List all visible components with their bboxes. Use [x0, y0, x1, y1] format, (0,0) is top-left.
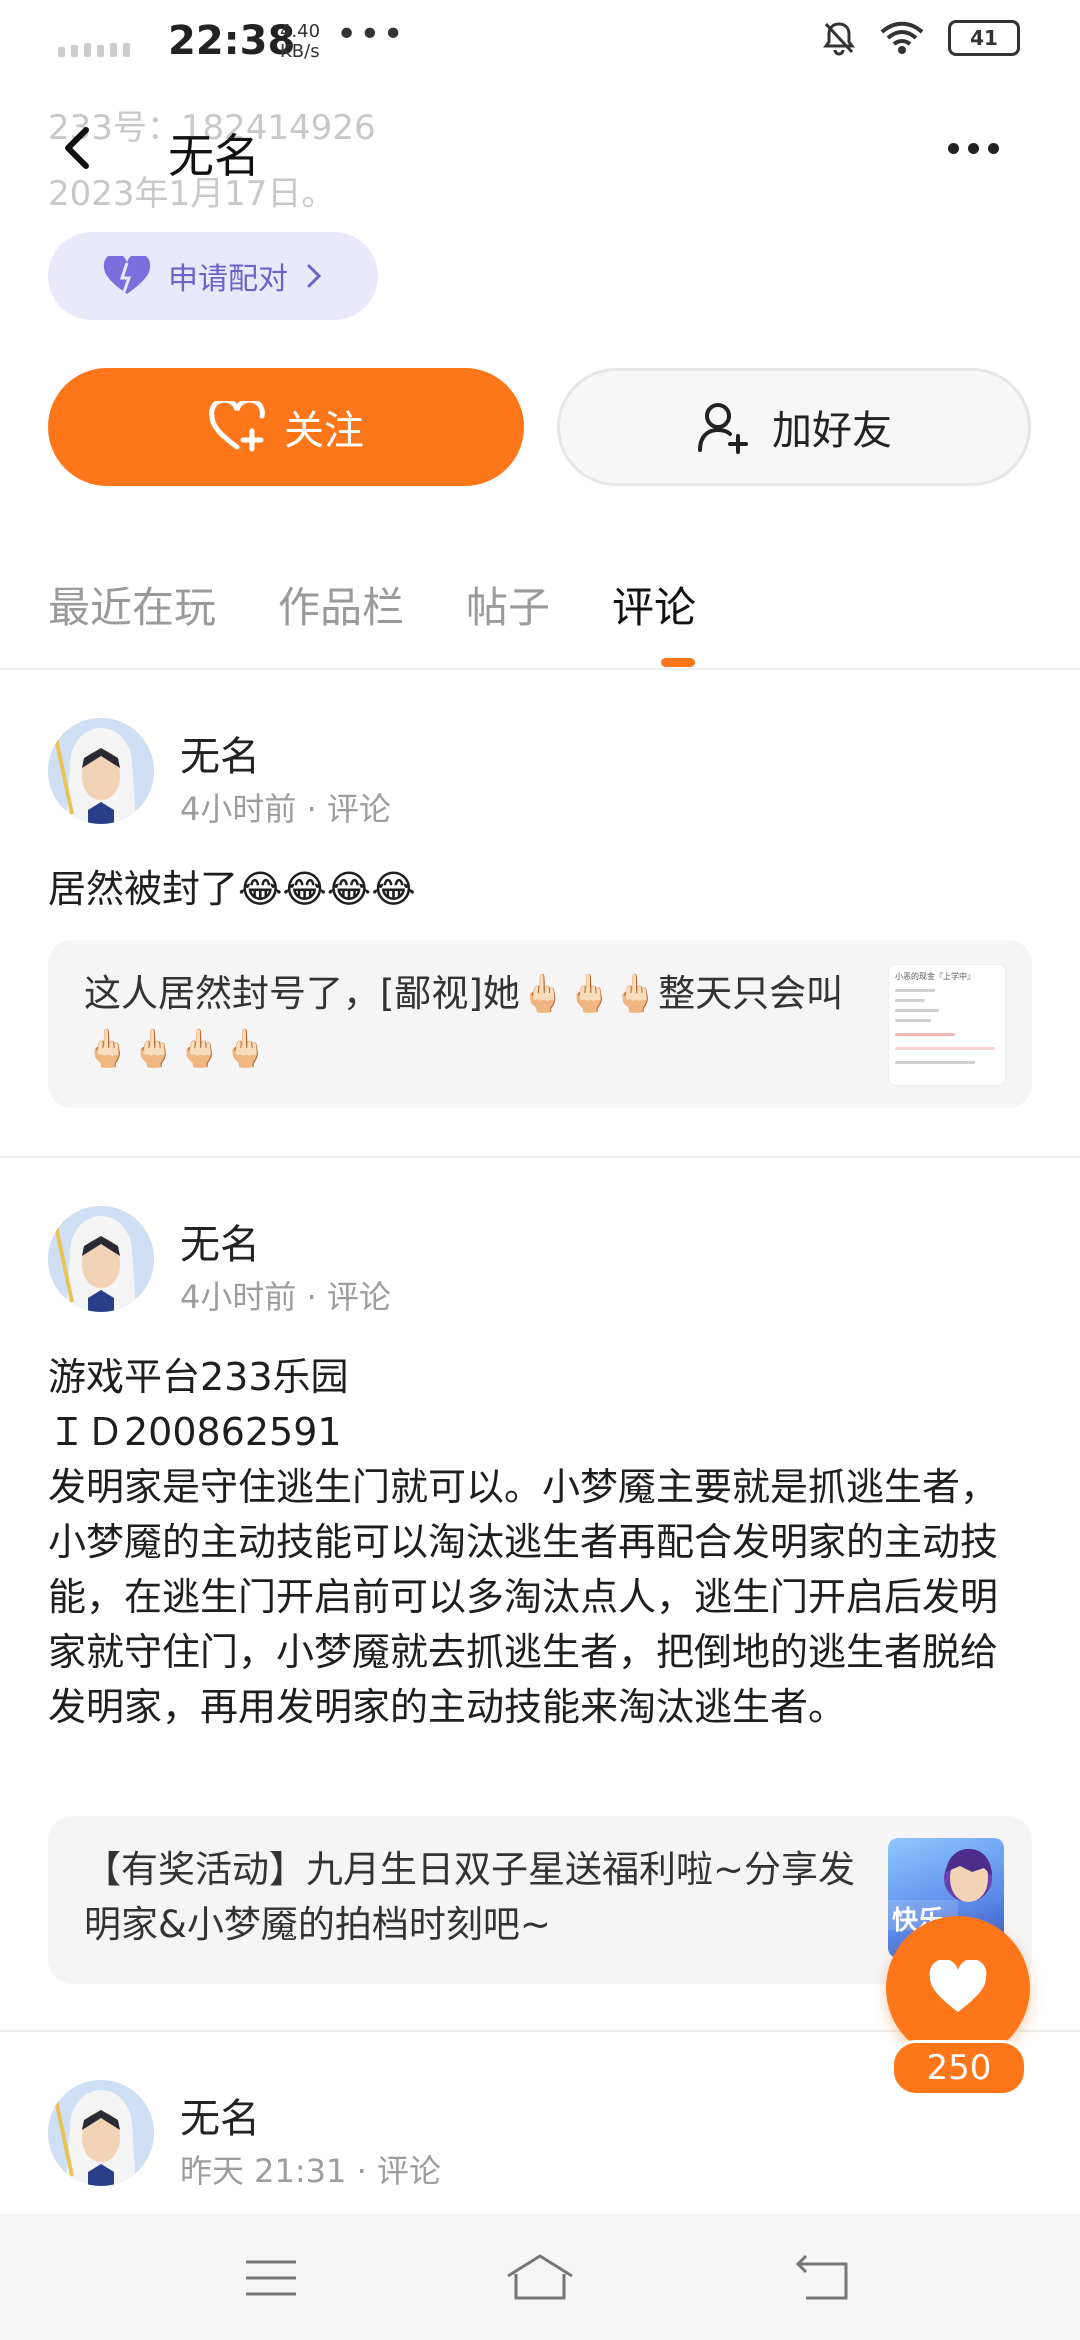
heart-icon — [929, 1960, 987, 2012]
dot — [948, 142, 959, 154]
post-text: 游戏平台233乐园 ＩＤ200862591 发明家是守住逃生门就可以。小梦魇主要… — [48, 1350, 1032, 1735]
back-nav-icon[interactable] — [796, 2254, 852, 2302]
chevron-right-icon — [307, 264, 322, 288]
post-text-line: 游戏平台233乐园 — [48, 1355, 349, 1399]
divider — [0, 668, 1080, 670]
status-bar: 22:38 4.40 KB/s ••• 41 — [0, 0, 1080, 88]
add-friend-button[interactable]: 加好友 — [557, 368, 1031, 486]
home-icon[interactable] — [504, 2252, 576, 2302]
add-friend-label: 加好友 — [772, 408, 892, 454]
page-title: 无名 — [168, 129, 260, 183]
post-meta: 4小时前 · 评论 — [180, 790, 391, 828]
quoted-post-text: 这人居然封号了，[鄙视]她🖕🏻🖕🏻🖕🏻整天只会叫🖕🏻🖕🏻🖕🏻🖕🏻 — [84, 972, 844, 1070]
mute-icon — [823, 22, 855, 56]
post-text-line: 发明家是守住逃生门就可以。小梦魇主要就是抓逃生者，小梦魇的主动技能可以淘汰逃生者… — [48, 1465, 999, 1729]
follow-label: 关注 — [284, 408, 364, 454]
follow-button[interactable]: 关注 — [48, 368, 524, 486]
post-meta: 昨天 21:31 · 评论 — [180, 2152, 441, 2190]
status-icons: 41 — [822, 20, 1020, 56]
quoted-post-card[interactable]: 【有奖活动】九月生日双子星送福利啦~分享发明家&小梦魇的拍档时刻吧~ 快乐 — [48, 1816, 1032, 1984]
avatar-image — [48, 718, 154, 824]
more-options-button[interactable] — [948, 128, 1028, 168]
status-more-icon: ••• — [336, 14, 406, 55]
profile-tabs: 最近在玩 作品栏 帖子 评论 — [48, 574, 696, 635]
apply-pair-label: 申请配对 — [168, 262, 288, 297]
like-button[interactable] — [886, 1916, 1030, 2060]
avatar[interactable] — [48, 2080, 154, 2186]
post-meta: 4小时前 · 评论 — [180, 1278, 391, 1316]
active-tab-indicator — [661, 658, 695, 667]
post-username[interactable]: 无名 — [180, 1212, 260, 1270]
back-button[interactable] — [48, 118, 108, 178]
post-text-line: ＩＤ200862591 — [48, 1410, 342, 1454]
tab-works[interactable]: 作品栏 — [278, 574, 404, 635]
post-text: 居然被封了😂😂😂😂 — [48, 867, 416, 911]
post-username[interactable]: 无名 — [180, 2086, 260, 2144]
quoted-post-card[interactable]: 这人居然封号了，[鄙视]她🖕🏻🖕🏻🖕🏻整天只会叫🖕🏻🖕🏻🖕🏻🖕🏻 小恶的现金『上… — [48, 940, 1032, 1108]
wifi-icon — [880, 21, 924, 54]
dot — [988, 142, 999, 154]
system-nav-bar — [0, 2214, 1080, 2340]
heart-icon — [103, 256, 151, 294]
menu-icon[interactable] — [244, 2258, 298, 2298]
signal-icon — [58, 38, 136, 57]
quoted-post-text: 【有奖活动】九月生日双子星送福利啦~分享发明家&小梦魇的拍档时刻吧~ — [84, 1848, 856, 1946]
battery-icon: 41 — [948, 20, 1020, 56]
like-count-badge: 250 — [891, 2040, 1027, 2096]
add-user-icon — [698, 403, 748, 454]
dot — [968, 142, 979, 154]
avatar-image — [48, 1206, 154, 1312]
status-time: 22:38 — [168, 18, 296, 64]
chevron-left-icon — [65, 127, 89, 169]
avatar[interactable] — [48, 718, 154, 824]
thumbnail-title: 小恶的现金『上学中』 — [895, 972, 975, 981]
apply-pair-button[interactable]: 申请配对 — [48, 232, 378, 320]
heart-plus-icon — [209, 401, 265, 452]
quoted-post-thumbnail: 小恶的现金『上学中』 — [888, 964, 1006, 1086]
avatar[interactable] — [48, 1206, 154, 1312]
network-speed: 4.40 KB/s — [280, 21, 321, 62]
divider — [0, 1156, 1080, 1158]
tab-posts[interactable]: 帖子 — [466, 574, 550, 635]
tab-recently-played[interactable]: 最近在玩 — [48, 574, 216, 635]
tab-comments[interactable]: 评论 — [612, 574, 696, 635]
avatar-image — [48, 2080, 154, 2186]
post-username[interactable]: 无名 — [180, 724, 260, 782]
